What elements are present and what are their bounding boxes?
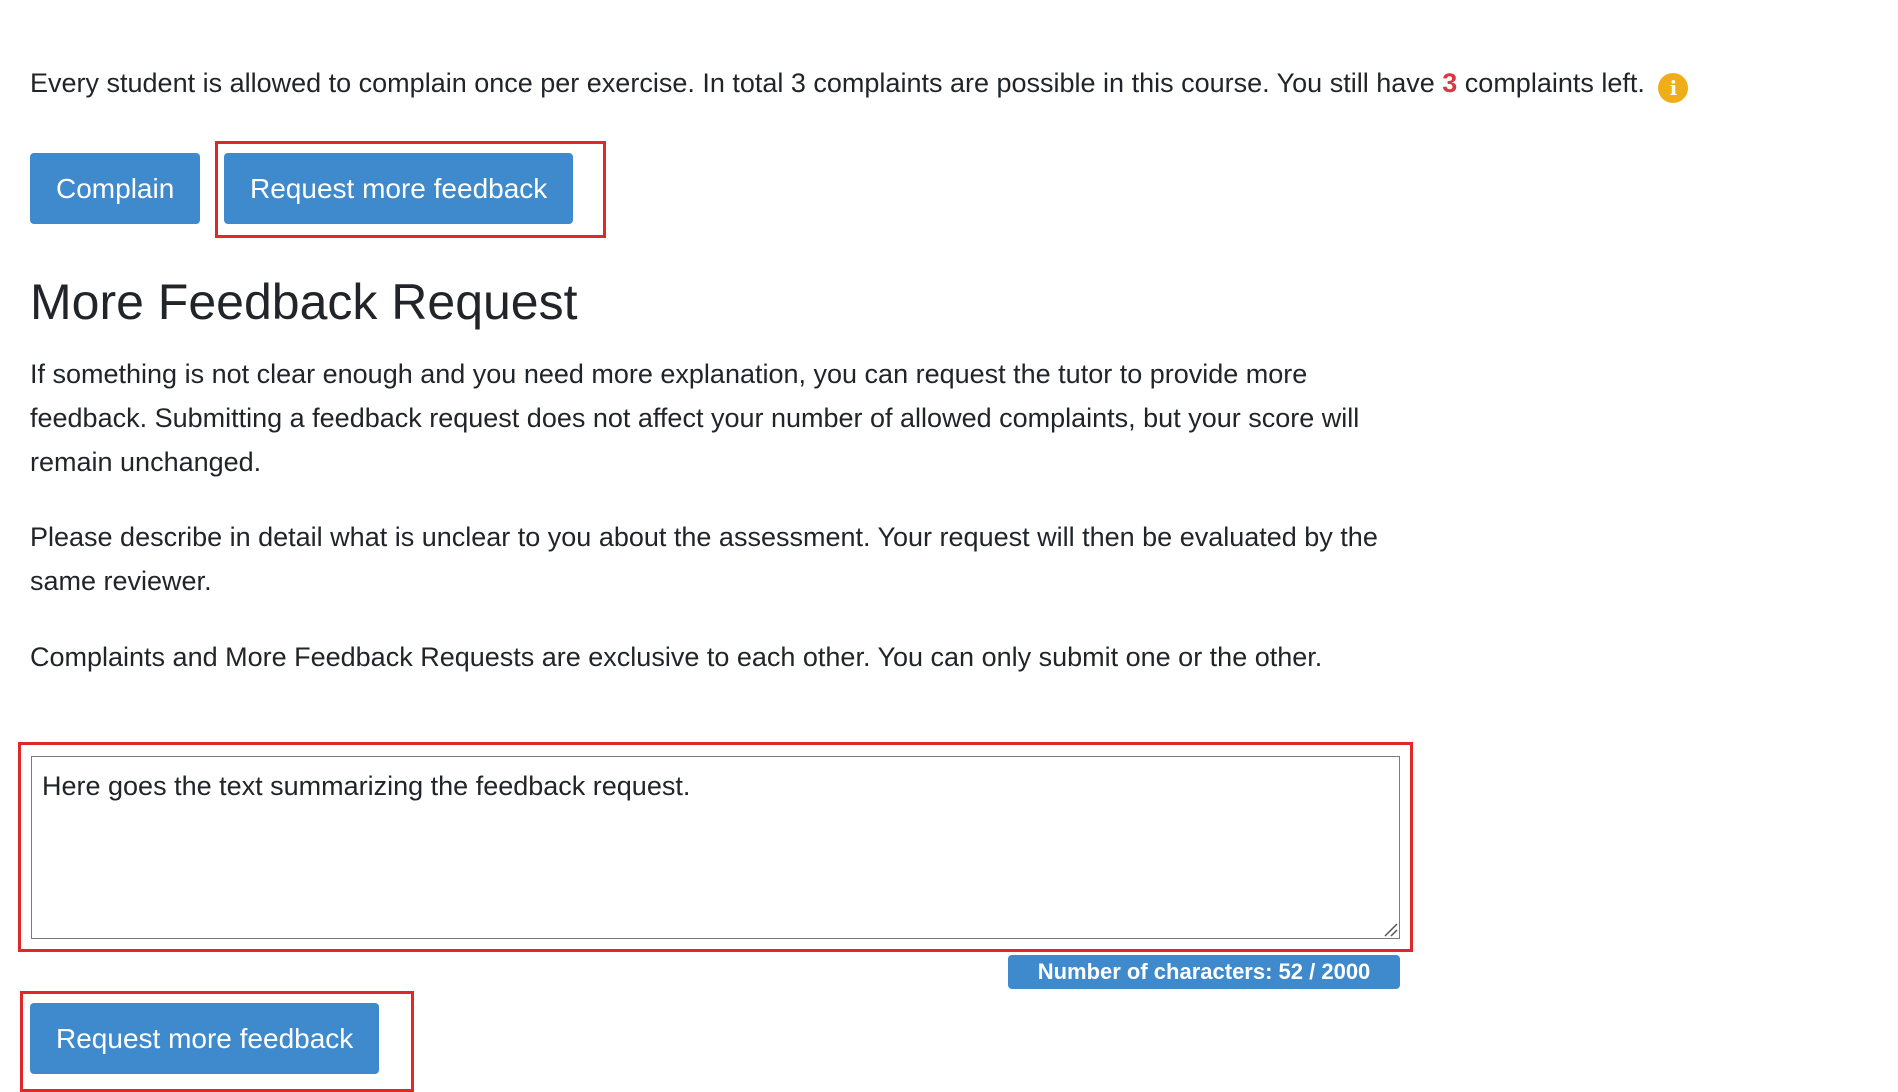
feedback-intro-paragraph: If something is not clear enough and you… <box>30 359 1360 477</box>
complaints-left-count: 3 <box>1442 68 1458 98</box>
submit-feedback-request-button[interactable]: Request more feedback <box>30 1003 380 1074</box>
more-feedback-request-title: More Feedback Request <box>30 274 578 330</box>
complaint-info-text: Every student is allowed to complain onc… <box>30 64 1689 103</box>
feedback-request-textarea[interactable]: Here goes the text summarizing the feedb… <box>31 756 1400 939</box>
exclusivity-note-paragraph: Complaints and More Feedback Requests ar… <box>30 642 1323 672</box>
complain-button[interactable]: Complain <box>30 153 201 224</box>
info-circle-icon[interactable]: i <box>1658 73 1689 103</box>
complaint-info-prefix: Every student is allowed to complain onc… <box>30 68 1443 98</box>
request-more-feedback-button[interactable]: Request more feedback <box>224 153 574 224</box>
resize-grip-icon[interactable] <box>1382 921 1398 937</box>
character-count-badge: Number of characters: 52 / 2000 <box>1008 955 1400 989</box>
feedback-instructions-paragraph: Please describe in detail what is unclea… <box>30 522 1378 596</box>
complaint-info-suffix: complaints left. <box>1457 68 1645 98</box>
